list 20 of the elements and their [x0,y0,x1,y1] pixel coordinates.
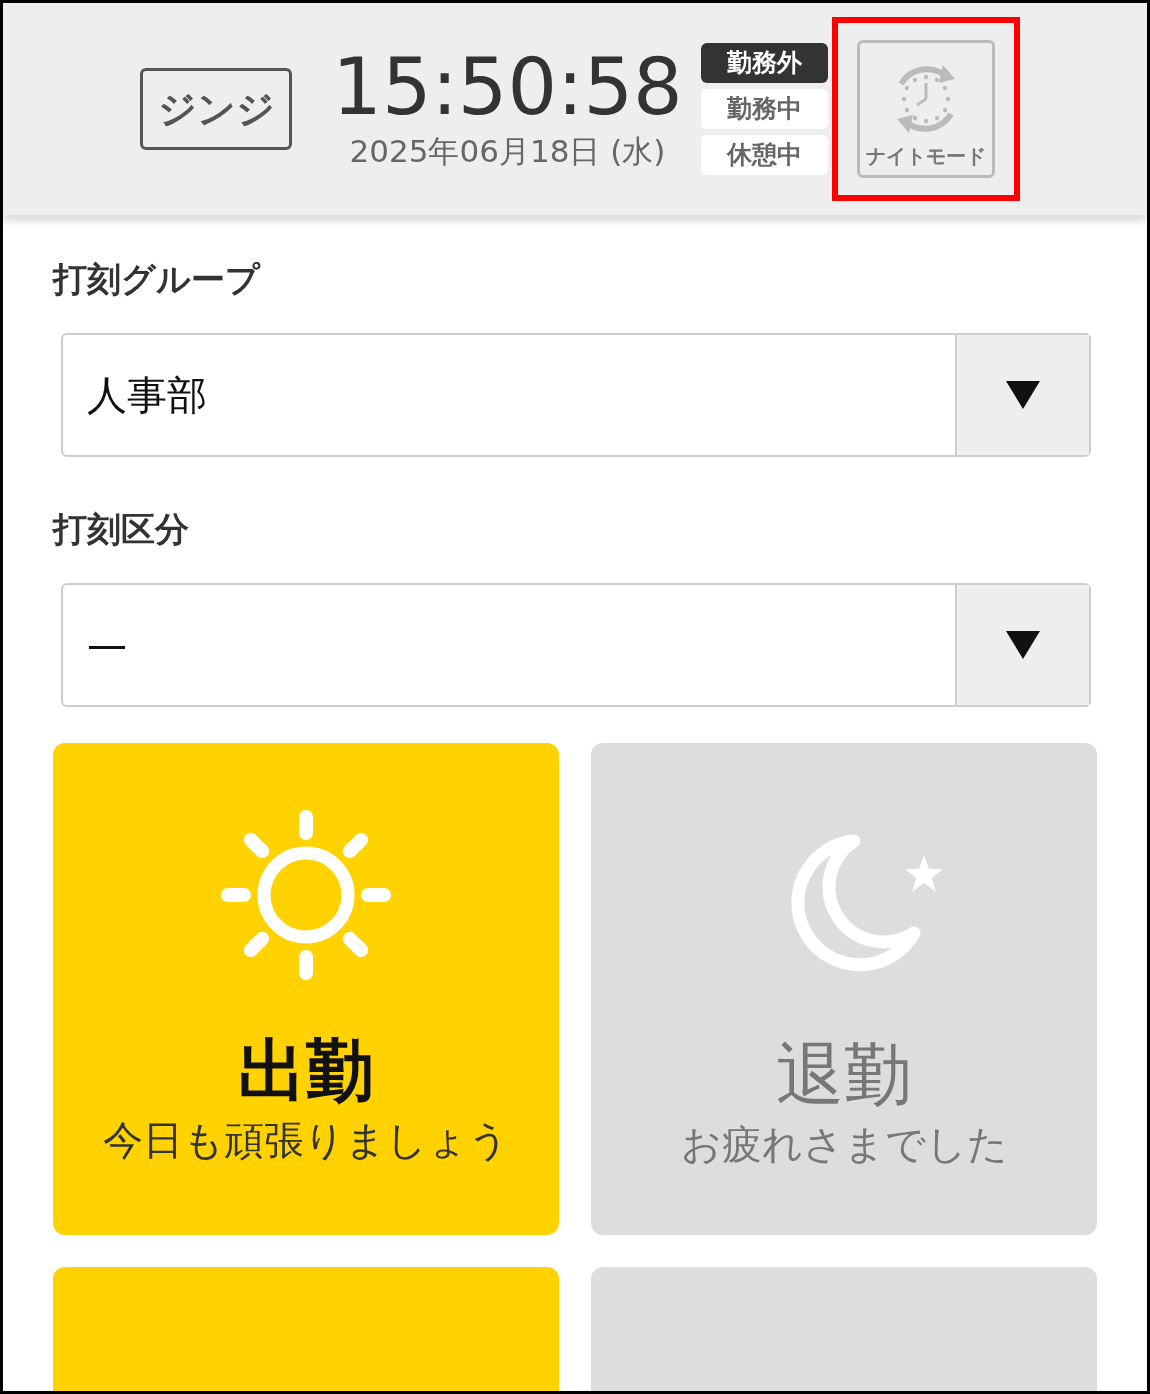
status-badge: 勤務外 [700,43,828,83]
status-badge: 休憩中 [700,135,828,175]
night-mode-button[interactable]: ナイトモード [856,40,995,178]
dropdown-select[interactable]: — [61,583,1091,707]
dropdown-value: 人事部 [86,371,208,420]
field-label: 打刻グループ [53,258,262,301]
dropdown-select[interactable]: 人事部 [61,333,1091,457]
caret-icon [1006,631,1040,659]
tile-subtitle: 今日も頑張りましょう [103,1116,509,1165]
status-badge: 勤務中 [700,89,828,129]
caret-icon [1006,381,1040,409]
tile-title: 出勤 [238,1031,374,1111]
logo-badge: ジンジ [140,68,293,150]
dropdown-value: — [86,621,128,670]
punch-tile[interactable]: 出勤 今日も頑張りましょう [53,743,559,1235]
field-label: 打刻区分 [53,508,190,551]
tile-title: 退勤 [776,1035,912,1115]
date-text: 2025年06月18日 (水) [349,132,666,171]
clock-time: 15:50:58 [332,47,683,127]
tile-subtitle: お疲れさまでした [680,1120,1008,1169]
